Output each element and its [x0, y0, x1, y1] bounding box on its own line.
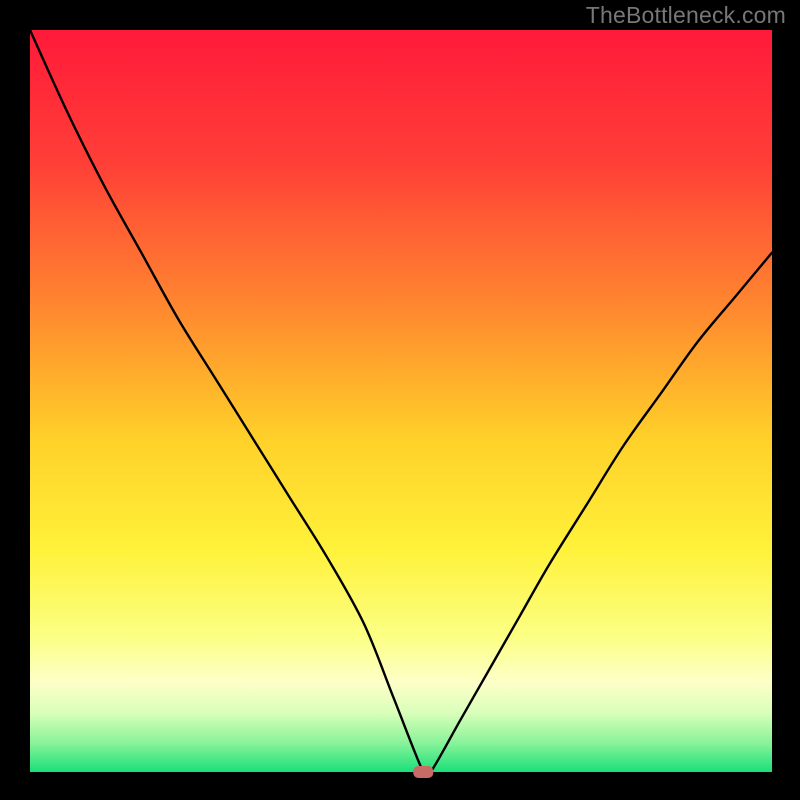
optimum-marker [413, 766, 433, 778]
plot-background [30, 30, 772, 772]
chart-frame: TheBottleneck.com [0, 0, 800, 800]
bottleneck-chart [0, 0, 800, 800]
